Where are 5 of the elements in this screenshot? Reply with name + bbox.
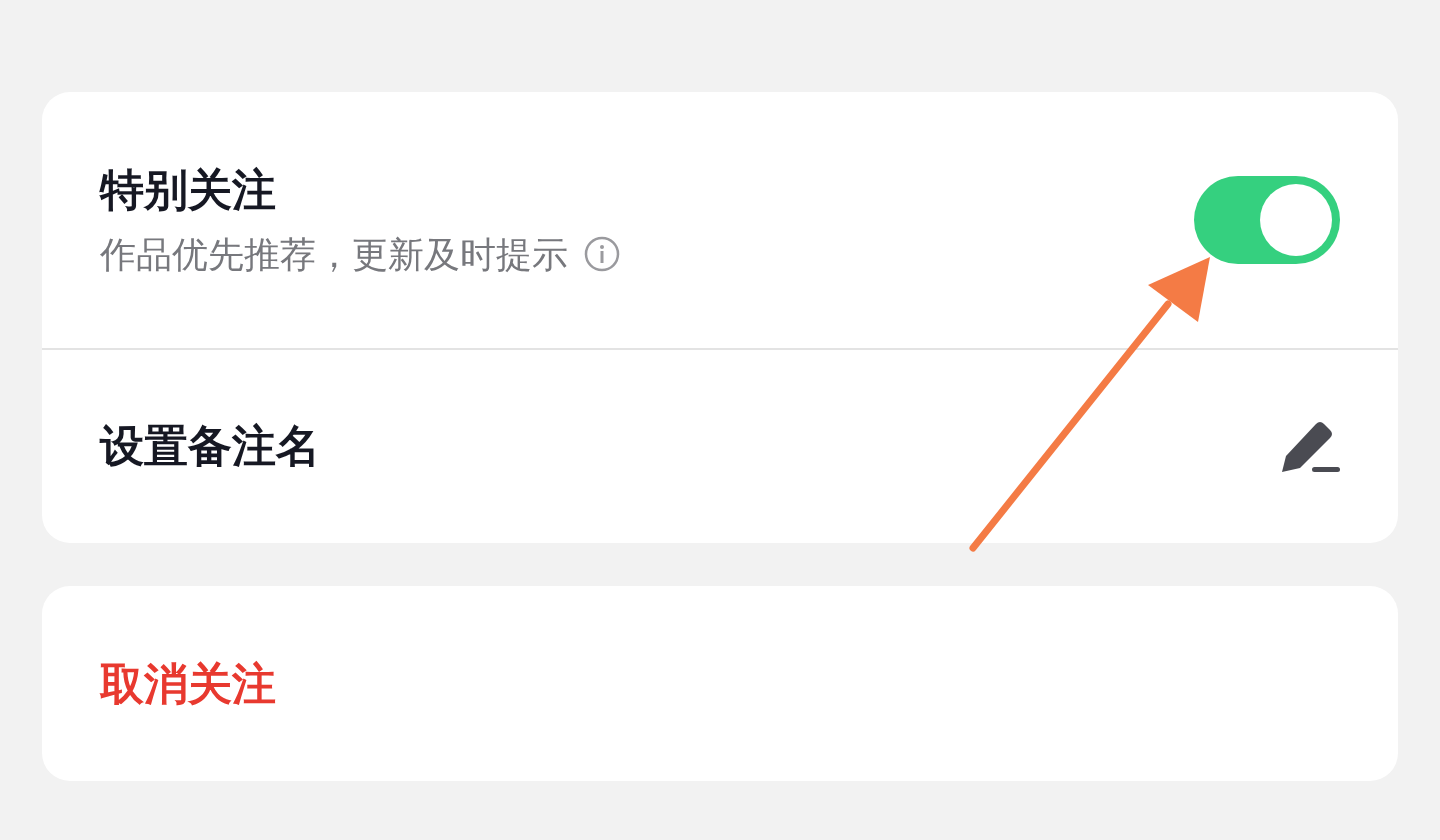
setting-description: 作品优先推荐，更新及时提示: [100, 232, 568, 276]
unfollow-button[interactable]: 取消关注: [100, 650, 276, 717]
info-icon[interactable]: [584, 236, 620, 273]
setting-title: 特别关注: [100, 164, 277, 217]
setting-title: 设置备注名: [100, 420, 320, 473]
